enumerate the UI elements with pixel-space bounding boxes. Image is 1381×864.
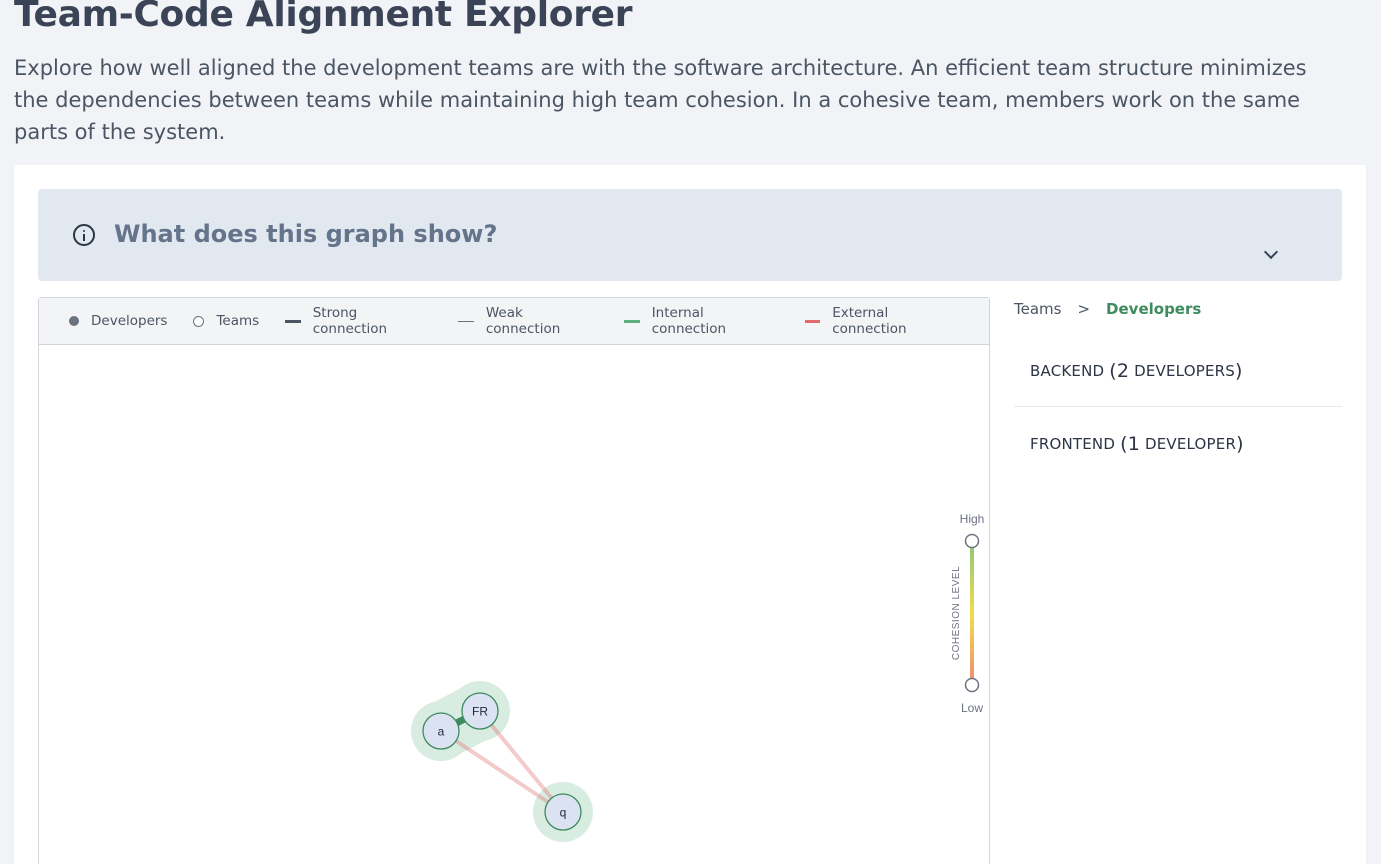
paren: ( [1120,433,1128,455]
legend-weak-connection: Weak connection [458,305,598,337]
legend-label: Weak connection [485,305,561,337]
team-count: 2 [1116,359,1130,382]
team-name: Backend [1030,361,1105,380]
paren: ( [1109,359,1117,382]
node-label: a [438,725,445,739]
team-unit: Developer [1144,435,1237,453]
legend-label: Developers [91,313,168,329]
team-graph[interactable]: a FR q High Low COHESION LEVEL [39,345,989,864]
legend-label: Strong connection [312,305,388,337]
graph-info-accordion[interactable]: What does this graph show? [38,189,1342,281]
graph-legend: Developers Teams Strong connection Weak … [39,298,989,345]
green-line-icon [624,319,640,323]
thin-line-icon [458,320,474,322]
team-item-backend[interactable]: Backend (2 Developers) [1014,335,1342,407]
team-item-frontend[interactable]: Frontend (1 Developer) [1014,408,1342,480]
breadcrumb-separator: > [1077,300,1091,318]
legend-label: External connection [832,305,907,337]
cohesion-level-label: COHESION LEVEL [951,566,962,660]
developer-node-q[interactable]: q [544,793,582,831]
legend-label: Internal connection [651,305,727,337]
breadcrumb-developers: Developers [1106,300,1202,318]
paren: ) [1234,359,1243,382]
page-title: Team-Code Alignment Explorer [14,0,633,35]
team-count: 1 [1127,433,1140,455]
legend-external-connection: External connection [804,305,963,337]
developer-node-a[interactable]: a [422,712,460,750]
page-description: Explore how well aligned the development… [14,56,1307,144]
chevron-down-icon[interactable] [1263,244,1279,260]
edge-fr-q [478,709,565,814]
paren: ) [1236,433,1244,455]
node-label: FR [472,705,488,719]
red-line-icon [804,319,821,323]
legend-developers: Developers [69,313,167,329]
graph-container: Developers Teams Strong connection Weak … [38,297,990,864]
cohesion-high-label: High [960,512,985,526]
legend-label: Teams [216,313,260,329]
cohesion-high-handle[interactable] [964,533,980,549]
team-unit: Developers [1134,361,1235,380]
filled-circle-icon [69,316,79,326]
legend-strong-connection: Strong connection [285,305,432,337]
info-icon [73,224,95,246]
cohesion-low-label: Low [961,701,983,715]
breadcrumb-teams[interactable]: Teams [1014,300,1061,318]
node-label: q [560,806,567,820]
legend-teams: Teams [193,313,259,329]
developer-node-fr[interactable]: FR [461,692,499,730]
cohesion-scale: High Low COHESION LEVEL [951,512,984,715]
legend-internal-connection: Internal connection [624,305,778,337]
main-card: What does this graph show? Developers Te… [14,165,1366,864]
cohesion-gradient-bar [970,543,974,685]
hollow-circle-icon [193,315,205,327]
thick-line-icon [285,319,301,323]
info-panel-title: What does this graph show? [114,220,498,248]
breadcrumb: Teams > Developers [1014,300,1201,318]
cohesion-low-handle[interactable] [964,677,980,693]
team-name: Frontend [1030,435,1116,453]
edge-a-q [439,729,565,814]
